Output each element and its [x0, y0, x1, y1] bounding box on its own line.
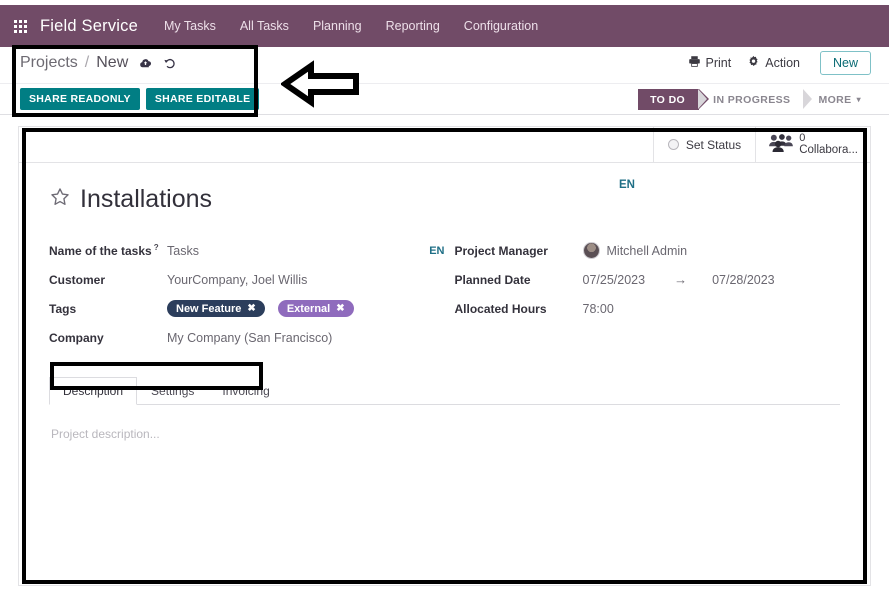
stage-more-label: MORE	[818, 93, 852, 106]
tag-new-feature-label: New Feature	[176, 302, 242, 315]
date-range-arrow-icon: →	[674, 272, 688, 287]
field-company: Company My Company (San Francisco)	[49, 323, 445, 352]
share-editable-button[interactable]: SHARE EDITABLE	[145, 88, 260, 110]
action-label: Action	[765, 56, 800, 70]
collaborators-button[interactable]: 0 Collabora...	[755, 127, 870, 162]
form-columns: Name of the tasks? Tasks EN Customer You…	[49, 236, 840, 352]
nav-item-configuration[interactable]: Configuration	[464, 19, 538, 33]
new-button[interactable]: New	[819, 51, 871, 75]
notebook: Description Settings Invoicing Project d…	[49, 376, 840, 463]
description-placeholder: Project description...	[51, 427, 160, 441]
action-button[interactable]: Action	[747, 55, 800, 71]
tasks-value: Tasks	[167, 243, 199, 258]
field-value-name-of-the-tasks[interactable]: Tasks	[167, 244, 199, 258]
field-label-tags: Tags	[49, 301, 77, 316]
field-customer: Customer YourCompany, Joel Willis	[49, 265, 445, 294]
breadcrumb-root[interactable]: Projects	[20, 54, 78, 72]
stage-to-do-label: TO DO	[650, 93, 686, 106]
tab-description[interactable]: Description	[49, 377, 138, 405]
collaborators-label: Collabora...	[799, 144, 858, 157]
stage-more[interactable]: MORE ▾	[803, 89, 875, 110]
planned-date-end[interactable]: 07/28/2023	[712, 273, 775, 287]
set-status-label: Set Status	[685, 137, 742, 152]
form-sheet: Set Status 0 Collabora... EN Installatio…	[18, 126, 871, 586]
form-column-right: Project Manager Mitchell Admin Planned D…	[445, 236, 841, 352]
page-title: Installations	[80, 185, 213, 213]
nav-item-planning[interactable]: Planning	[313, 19, 362, 33]
sheet-header-buttons: Set Status 0 Collabora...	[19, 127, 870, 163]
help-indicator-icon[interactable]: ?	[154, 243, 159, 252]
field-label-name-of-the-tasks: Name of the tasks?	[49, 243, 159, 258]
set-status-button[interactable]: Set Status	[652, 127, 755, 162]
tab-invoicing[interactable]: Invoicing	[208, 377, 283, 405]
stage-to-do[interactable]: TO DO	[638, 89, 710, 110]
cloud-upload-icon[interactable]	[139, 57, 152, 70]
control-panel-top-row: Projects / New Print Action New	[0, 47, 889, 83]
field-label-customer: Customer	[49, 272, 106, 287]
field-value-tags[interactable]: New Feature ✖ External ✖	[167, 300, 360, 317]
notebook-tabs: Description Settings Invoicing	[49, 376, 840, 405]
field-tags: Tags New Feature ✖ External ✖	[49, 294, 445, 323]
field-label-company: Company	[49, 330, 104, 345]
field-allocated-hours: Allocated Hours 78:00	[455, 294, 841, 323]
form-column-left: Name of the tasks? Tasks EN Customer You…	[49, 236, 445, 352]
field-planned-date: Planned Date 07/25/2023 → 07/28/2023	[455, 265, 841, 294]
tag-external[interactable]: External ✖	[277, 300, 354, 317]
field-value-project-manager[interactable]: Mitchell Admin	[582, 242, 688, 259]
field-name-of-the-tasks: Name of the tasks? Tasks EN	[49, 236, 445, 265]
nav-item-my-tasks[interactable]: My Tasks	[164, 19, 216, 33]
collaborators-text: 0 Collabora...	[799, 131, 858, 157]
star-outline-icon[interactable]	[49, 186, 71, 213]
share-readonly-button[interactable]: SHARE READONLY	[20, 88, 140, 110]
top-navbar: Field Service My Tasks All Tasks Plannin…	[0, 5, 889, 47]
project-manager-name: Mitchell Admin	[606, 243, 688, 258]
avatar	[582, 242, 600, 259]
tag-new-feature[interactable]: New Feature ✖	[167, 300, 265, 317]
field-label-allocated-hours: Allocated Hours	[454, 301, 547, 316]
tag-remove-icon[interactable]: ✖	[247, 303, 255, 314]
field-value-company[interactable]: My Company (San Francisco)	[167, 331, 332, 345]
odoo-field-service-screen: Field Service My Tasks All Tasks Plannin…	[0, 0, 889, 602]
field-label-planned-date: Planned Date	[454, 272, 531, 287]
field-value-allocated-hours[interactable]: 78:00	[583, 302, 614, 316]
annotation-arrow-left	[279, 60, 361, 113]
nav-item-all-tasks[interactable]: All Tasks	[240, 19, 289, 33]
print-label: Print	[705, 56, 732, 70]
status-circle-icon	[667, 139, 679, 150]
gear-icon	[747, 55, 760, 71]
planned-date-start[interactable]: 07/25/2023	[583, 273, 646, 287]
stage-in-progress-label: IN PROGRESS	[713, 93, 791, 106]
people-group-icon	[768, 133, 794, 157]
collaborators-count: 0	[799, 131, 806, 144]
field-value-planned-date[interactable]: 07/25/2023 → 07/28/2023	[583, 272, 775, 287]
lang-badge-tasks[interactable]: EN	[429, 245, 444, 257]
stage-in-progress[interactable]: IN PROGRESS	[698, 89, 804, 110]
tag-external-label: External	[286, 302, 331, 315]
record-title-row: Installations	[49, 185, 840, 214]
undo-arrow-icon[interactable]	[163, 56, 177, 70]
tag-remove-icon[interactable]: ✖	[336, 303, 344, 314]
chevron-down-icon: ▾	[856, 95, 861, 104]
notebook-tab-body[interactable]: Project description...	[49, 405, 840, 463]
printer-icon	[688, 55, 701, 71]
app-brand-name[interactable]: Field Service	[40, 17, 138, 36]
translation-badge-top[interactable]: EN	[619, 179, 635, 191]
apps-grid-icon[interactable]	[14, 19, 27, 33]
sheet-body: EN Installations Name of the tasks? Task…	[19, 163, 870, 463]
share-buttons-group: SHARE READONLY SHARE EDITABLE	[20, 88, 260, 110]
control-panel: Projects / New Print Action New SHARE RE…	[0, 47, 889, 115]
nav-item-reporting[interactable]: Reporting	[386, 19, 440, 33]
print-button[interactable]: Print	[688, 55, 732, 71]
breadcrumb-separator: /	[84, 54, 90, 71]
tab-settings[interactable]: Settings	[137, 377, 208, 405]
control-panel-actions: Print Action New	[688, 51, 871, 75]
field-value-customer[interactable]: YourCompany, Joel Willis	[167, 273, 307, 287]
field-project-manager: Project Manager Mitchell Admin	[455, 236, 841, 265]
breadcrumb: Projects / New	[20, 54, 177, 72]
field-label-project-manager: Project Manager	[454, 243, 548, 258]
status-bar: TO DO IN PROGRESS MORE ▾	[638, 86, 875, 113]
control-panel-bottom-row: SHARE READONLY SHARE EDITABLE TO DO IN P…	[0, 83, 889, 115]
breadcrumb-current: New	[96, 54, 129, 71]
